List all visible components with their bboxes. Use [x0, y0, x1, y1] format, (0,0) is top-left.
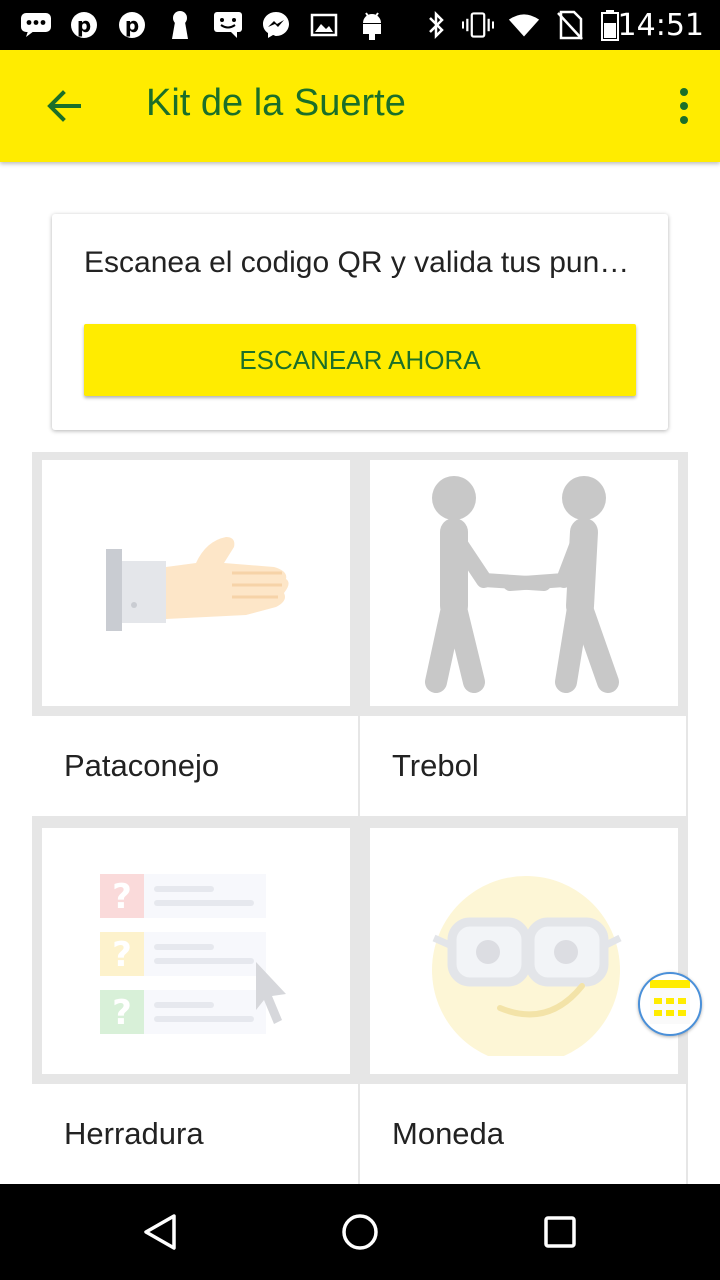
- message-icon: [212, 9, 244, 41]
- item-image: [370, 460, 678, 706]
- circle-home-icon: [342, 1214, 378, 1250]
- svg-text:?: ?: [112, 877, 132, 917]
- item-label: Herradura: [64, 1116, 204, 1151]
- items-grid: Pataconejo Trebol ? ? ? Herradura Moneda: [32, 452, 688, 1184]
- navigation-bar: [0, 1184, 720, 1280]
- no-sim-icon: [554, 9, 586, 41]
- scan-now-button[interactable]: ESCANEAR AHORA: [84, 324, 636, 396]
- svg-text:?: ?: [112, 935, 132, 975]
- svg-text:?: ?: [112, 993, 132, 1033]
- status-bar: p p 14:51: [0, 0, 720, 50]
- people-handshake-icon: [425, 476, 619, 693]
- vibrate-icon: [462, 9, 494, 41]
- scan-card: Escanea el codigo QR y valida tus pun… E…: [52, 214, 668, 430]
- svg-text:p: p: [77, 13, 91, 37]
- nav-home-button[interactable]: [336, 1208, 384, 1256]
- item-label-box: Moneda: [360, 1084, 686, 1184]
- keyhole-icon: [164, 9, 196, 41]
- more-options-icon[interactable]: [672, 82, 696, 130]
- app-bar: Kit de la Suerte: [0, 50, 720, 162]
- item-image: [370, 828, 678, 1074]
- item-image: ? ? ?: [42, 828, 350, 1074]
- scan-message: Escanea el codigo QR y valida tus pun…: [84, 246, 630, 279]
- pinterest-icon: p: [68, 9, 100, 41]
- item-label-box: Trebol: [360, 716, 686, 816]
- chat-icon: [20, 9, 52, 41]
- item-label: Moneda: [392, 1116, 505, 1151]
- item-label-box: Pataconejo: [32, 716, 358, 816]
- item-label-box: Herradura: [32, 1084, 358, 1184]
- square-recents-icon: [544, 1216, 576, 1248]
- quiz-checklist-icon: ? ? ?: [100, 874, 286, 1034]
- grid-item-pataconejo[interactable]: Pataconejo: [32, 452, 360, 818]
- image-icon: [308, 9, 340, 41]
- messenger-icon: [260, 9, 292, 41]
- grid-item-trebol[interactable]: Trebol: [360, 452, 688, 818]
- nav-recents-button[interactable]: [536, 1208, 584, 1256]
- arrow-back-icon: [47, 90, 81, 122]
- smiley-glasses-icon: [432, 876, 622, 1056]
- item-label: Trebol: [392, 748, 479, 783]
- bluetooth-icon: [420, 9, 452, 41]
- grid-item-herradura[interactable]: ? ? ? Herradura: [32, 820, 360, 1184]
- back-button[interactable]: [34, 78, 94, 134]
- item-image: [42, 460, 350, 706]
- item-label: Pataconejo: [64, 748, 220, 783]
- triangle-back-icon: [144, 1214, 176, 1250]
- wifi-icon: [508, 9, 540, 41]
- pinterest-icon: p: [116, 9, 148, 41]
- nav-back-button[interactable]: [136, 1208, 184, 1256]
- floating-bubble-icon[interactable]: [638, 972, 702, 1036]
- android-icon: [356, 9, 388, 41]
- handshake-hand-icon: [106, 537, 289, 631]
- svg-text:p: p: [125, 13, 139, 37]
- page-title: Kit de la Suerte: [146, 82, 406, 124]
- clock: 14:51: [617, 8, 704, 43]
